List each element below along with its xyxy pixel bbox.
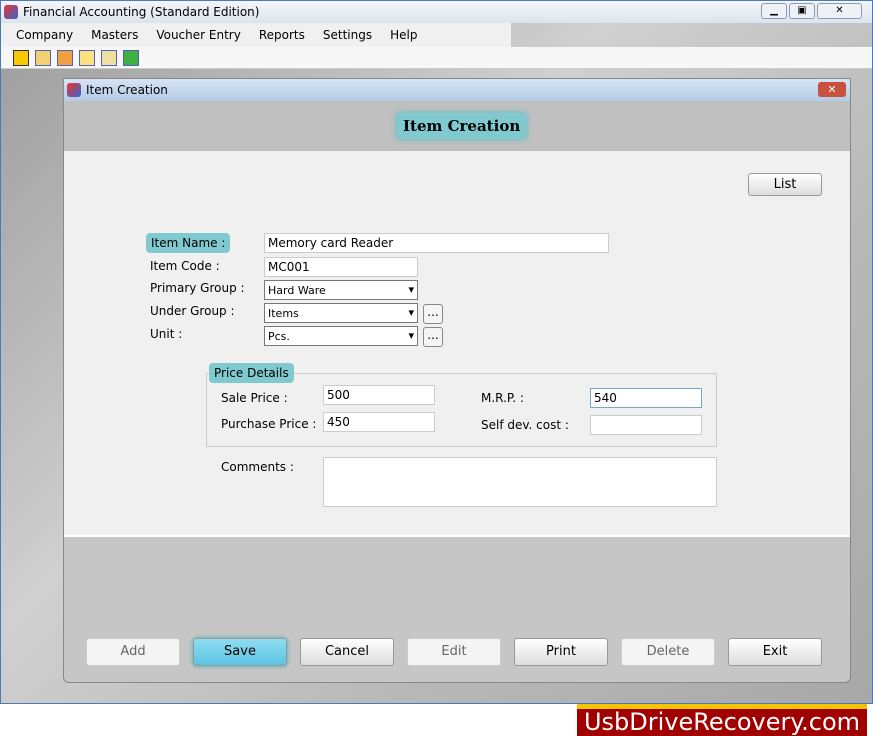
add-button[interactable]: Add [86, 638, 180, 666]
menu-masters[interactable]: Masters [82, 28, 147, 42]
unit-browse-button[interactable]: ... [423, 327, 443, 347]
under-group-browse-button[interactable]: ... [423, 304, 443, 324]
under-group-select[interactable]: Items [264, 303, 418, 323]
toolbar [1, 47, 872, 69]
price-details-group [206, 373, 717, 447]
print-button[interactable]: Print [514, 638, 608, 666]
save-button[interactable]: Save [193, 638, 287, 666]
window-title: Item Creation [86, 83, 168, 97]
list-button[interactable]: List [748, 173, 822, 196]
item-name-input[interactable]: Memory card Reader [264, 233, 609, 253]
self-dev-cost-label: Self dev. cost : [481, 418, 569, 432]
close-app-button[interactable]: ✕ [817, 3, 862, 19]
title-bar: Financial Accounting (Standard Edition) … [1, 1, 872, 23]
calendar-icon[interactable] [57, 49, 73, 66]
balance-scale-icon[interactable] [79, 49, 95, 66]
item-code-input[interactable]: MC001 [264, 257, 418, 277]
unit-label: Unit : [150, 327, 183, 341]
menu-help[interactable]: Help [381, 28, 426, 42]
cancel-button[interactable]: Cancel [300, 638, 394, 666]
under-group-label: Under Group : [150, 304, 235, 318]
item-creation-window: Item Creation ✕ Item Creation List Item … [63, 78, 851, 683]
brand-logo: UsbDriveRecovery.com [577, 704, 867, 736]
exit-button[interactable]: Exit [728, 638, 822, 666]
close-window-button[interactable]: ✕ [818, 82, 846, 97]
comments-textarea[interactable] [323, 457, 717, 507]
menu-reports[interactable]: Reports [250, 28, 314, 42]
primary-group-label: Primary Group : [150, 281, 245, 295]
menu-company[interactable]: Company [7, 28, 82, 42]
price-details-label: Price Details [209, 363, 294, 383]
self-dev-cost-input[interactable] [590, 415, 702, 435]
sale-price-input[interactable]: 500 [323, 385, 435, 405]
item-code-label: Item Code : [150, 259, 220, 273]
page-title: Item Creation [397, 113, 527, 139]
header: Item Creation [64, 101, 850, 151]
edit-button[interactable]: Edit [407, 638, 501, 666]
window-icon [67, 83, 81, 97]
open-folder-icon[interactable] [35, 49, 51, 66]
sale-price-label: Sale Price : [221, 391, 288, 405]
app-title: Financial Accounting (Standard Edition) [23, 5, 260, 19]
purchase-price-label: Purchase Price : [221, 417, 317, 431]
add-item-icon[interactable] [123, 49, 139, 66]
menu-settings[interactable]: Settings [314, 28, 381, 42]
app-icon [4, 5, 18, 19]
primary-group-select[interactable]: Hard Ware [264, 280, 418, 300]
delete-button[interactable]: Delete [621, 638, 715, 666]
menu-voucher-entry[interactable]: Voucher Entry [147, 28, 250, 42]
item-name-label: Item Name : [146, 233, 231, 253]
comments-label: Comments : [221, 460, 294, 474]
unit-select[interactable]: Pcs. [264, 326, 418, 346]
voucher-icon[interactable] [101, 49, 117, 66]
purchase-price-input[interactable]: 450 [323, 412, 435, 432]
mrp-input[interactable]: 540 [590, 388, 702, 408]
child-title-bar: Item Creation ✕ [64, 79, 850, 101]
new-icon[interactable] [13, 49, 29, 66]
mrp-label: M.R.P. : [481, 391, 524, 405]
minimize-button[interactable]: ▁ [761, 3, 787, 19]
maximize-button[interactable]: ▣ [789, 3, 815, 19]
item-form: List Item Name : Memory card Reader Item… [64, 151, 850, 537]
menu-bar: Company Masters Voucher Entry Reports Se… [1, 23, 511, 47]
